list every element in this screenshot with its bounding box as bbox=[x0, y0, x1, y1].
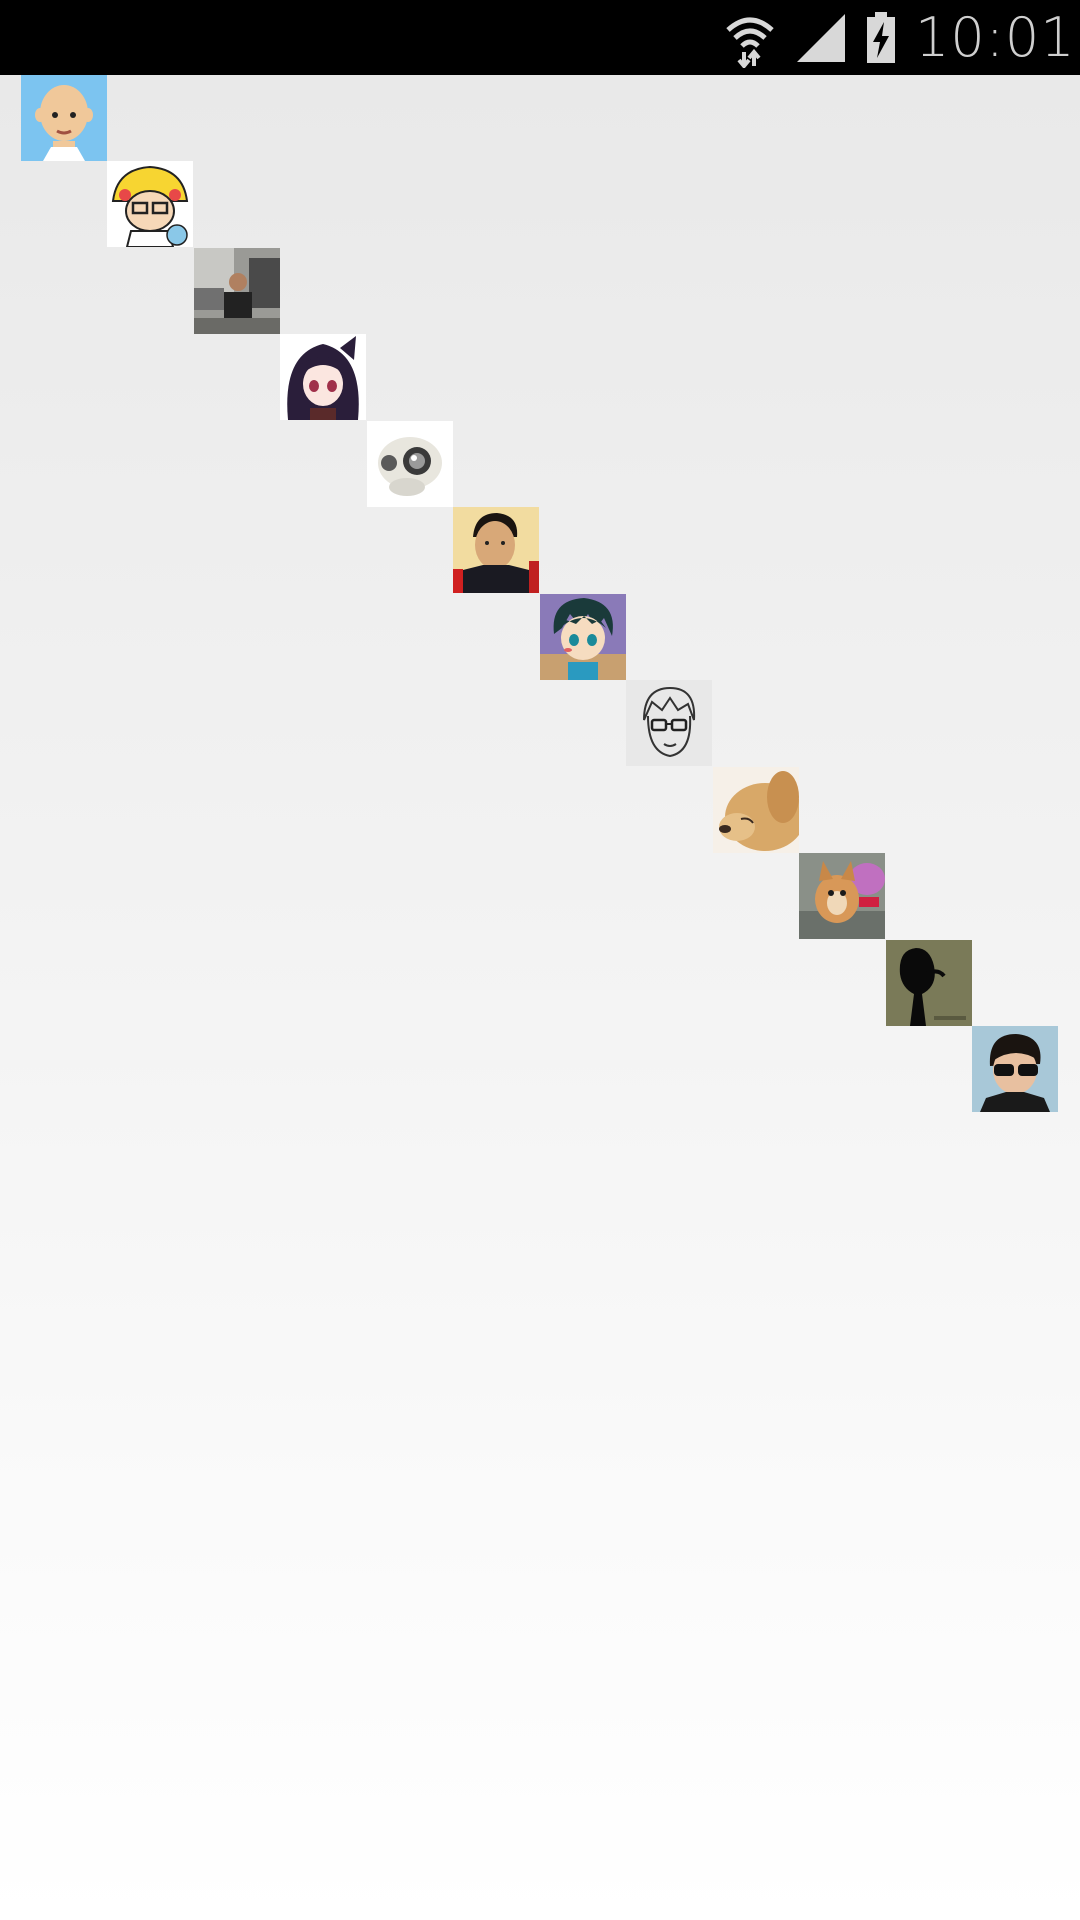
golden-dog-avatar[interactable] bbox=[713, 767, 799, 853]
anime-girl-avatar[interactable] bbox=[280, 334, 366, 420]
battery-charging-icon bbox=[867, 12, 895, 63]
skull-avatar[interactable] bbox=[367, 421, 453, 507]
sunglasses-man-avatar[interactable] bbox=[972, 1026, 1058, 1112]
young-man-photo-avatar[interactable] bbox=[453, 507, 539, 593]
sketch-glasses-avatar[interactable] bbox=[626, 680, 712, 766]
silhouette-avatar[interactable] bbox=[886, 940, 972, 1026]
street-photo-avatar[interactable] bbox=[194, 248, 280, 334]
clock: 10:01 bbox=[915, 6, 1076, 69]
small-dog-avatar[interactable] bbox=[799, 853, 885, 939]
wifi-icon bbox=[726, 17, 774, 68]
status-bar: 10:01 bbox=[0, 0, 1080, 75]
anime-boy-avatar[interactable] bbox=[540, 594, 626, 680]
bald-cartoon-avatar[interactable] bbox=[21, 75, 107, 161]
cell-signal-icon bbox=[797, 14, 845, 62]
pikachu-hat-cartoon-avatar[interactable] bbox=[107, 161, 193, 247]
